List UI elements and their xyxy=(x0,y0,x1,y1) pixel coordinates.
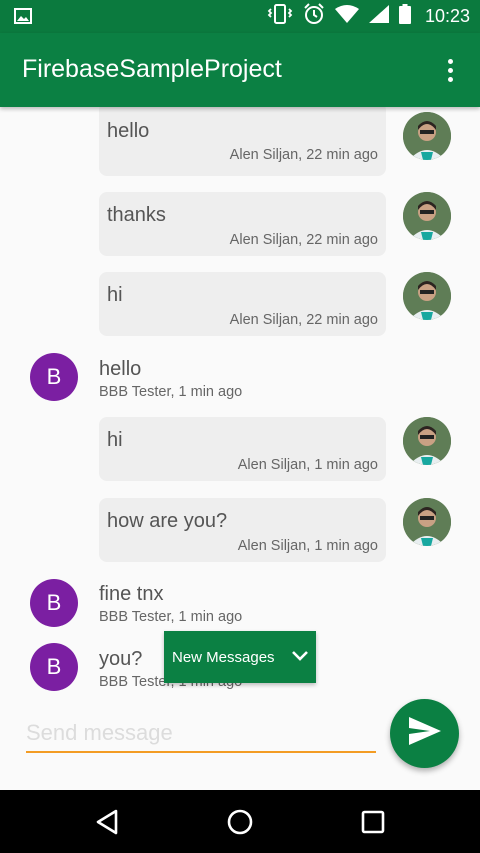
own-avatar xyxy=(403,192,451,240)
own-avatar xyxy=(403,112,451,160)
message-bubble-own: hi Alen Siljan, 1 min ago xyxy=(99,417,386,481)
message-text: fine tnx xyxy=(99,583,164,605)
message-meta: Alen Siljan, 22 min ago xyxy=(229,232,378,248)
app-title: FirebaseSampleProject xyxy=(22,55,282,83)
composer xyxy=(0,697,480,790)
message-bubble-own: how are you? Alen Siljan, 1 min ago xyxy=(99,498,386,562)
app-bar: FirebaseSampleProject xyxy=(0,33,480,107)
cell-signal-icon xyxy=(368,5,389,28)
chevron-down-icon xyxy=(291,649,309,666)
message-bubble-own: thanks Alen Siljan, 22 min ago xyxy=(99,192,386,256)
message-text: you? xyxy=(99,648,143,670)
own-avatar xyxy=(403,272,451,320)
home-icon[interactable] xyxy=(222,804,258,840)
navigation-bar xyxy=(0,790,480,853)
status-clock: 10:23 xyxy=(424,6,470,26)
battery-icon xyxy=(398,4,411,29)
image-icon xyxy=(14,8,32,29)
message-meta: Alen Siljan, 1 min ago xyxy=(237,457,378,473)
message-meta: Alen Siljan, 22 min ago xyxy=(229,147,378,163)
message-text: hello xyxy=(107,120,150,142)
vibrate-icon xyxy=(267,4,293,29)
message-bubble-own: hello Alen Siljan, 22 min ago xyxy=(99,107,386,176)
contact-avatar: B xyxy=(30,579,78,627)
message-meta: BBB Tester, 1 min ago xyxy=(99,609,243,625)
send-icon xyxy=(408,716,442,751)
message-list[interactable]: hello Alen Siljan, 22 min ago thanks Ale… xyxy=(0,107,480,697)
message-text: thanks xyxy=(107,204,166,226)
wifi-icon xyxy=(334,5,359,28)
status-bar: 10:23 xyxy=(0,0,480,33)
contact-avatar: B xyxy=(30,643,78,691)
message-text: hi xyxy=(107,284,123,306)
own-avatar xyxy=(403,498,451,546)
own-avatar xyxy=(403,417,451,465)
message-meta: BBB Tester, 1 min ago xyxy=(99,384,243,400)
message-meta: Alen Siljan, 1 min ago xyxy=(237,538,378,554)
new-messages-button[interactable]: New Messages xyxy=(164,631,316,683)
contact-avatar: B xyxy=(30,353,78,401)
back-icon[interactable] xyxy=(89,804,125,840)
more-vert-icon[interactable] xyxy=(438,55,462,85)
recents-icon[interactable] xyxy=(355,804,391,840)
message-bubble-own: hi Alen Siljan, 22 min ago xyxy=(99,272,386,336)
message-text: how are you? xyxy=(107,510,228,532)
message-input[interactable] xyxy=(26,715,376,753)
new-messages-label: New Messages xyxy=(172,648,275,666)
message-text: hello xyxy=(99,358,142,380)
message-meta: Alen Siljan, 22 min ago xyxy=(229,312,378,328)
message-text: hi xyxy=(107,429,123,451)
alarm-icon xyxy=(303,3,325,30)
send-button[interactable] xyxy=(390,699,459,768)
